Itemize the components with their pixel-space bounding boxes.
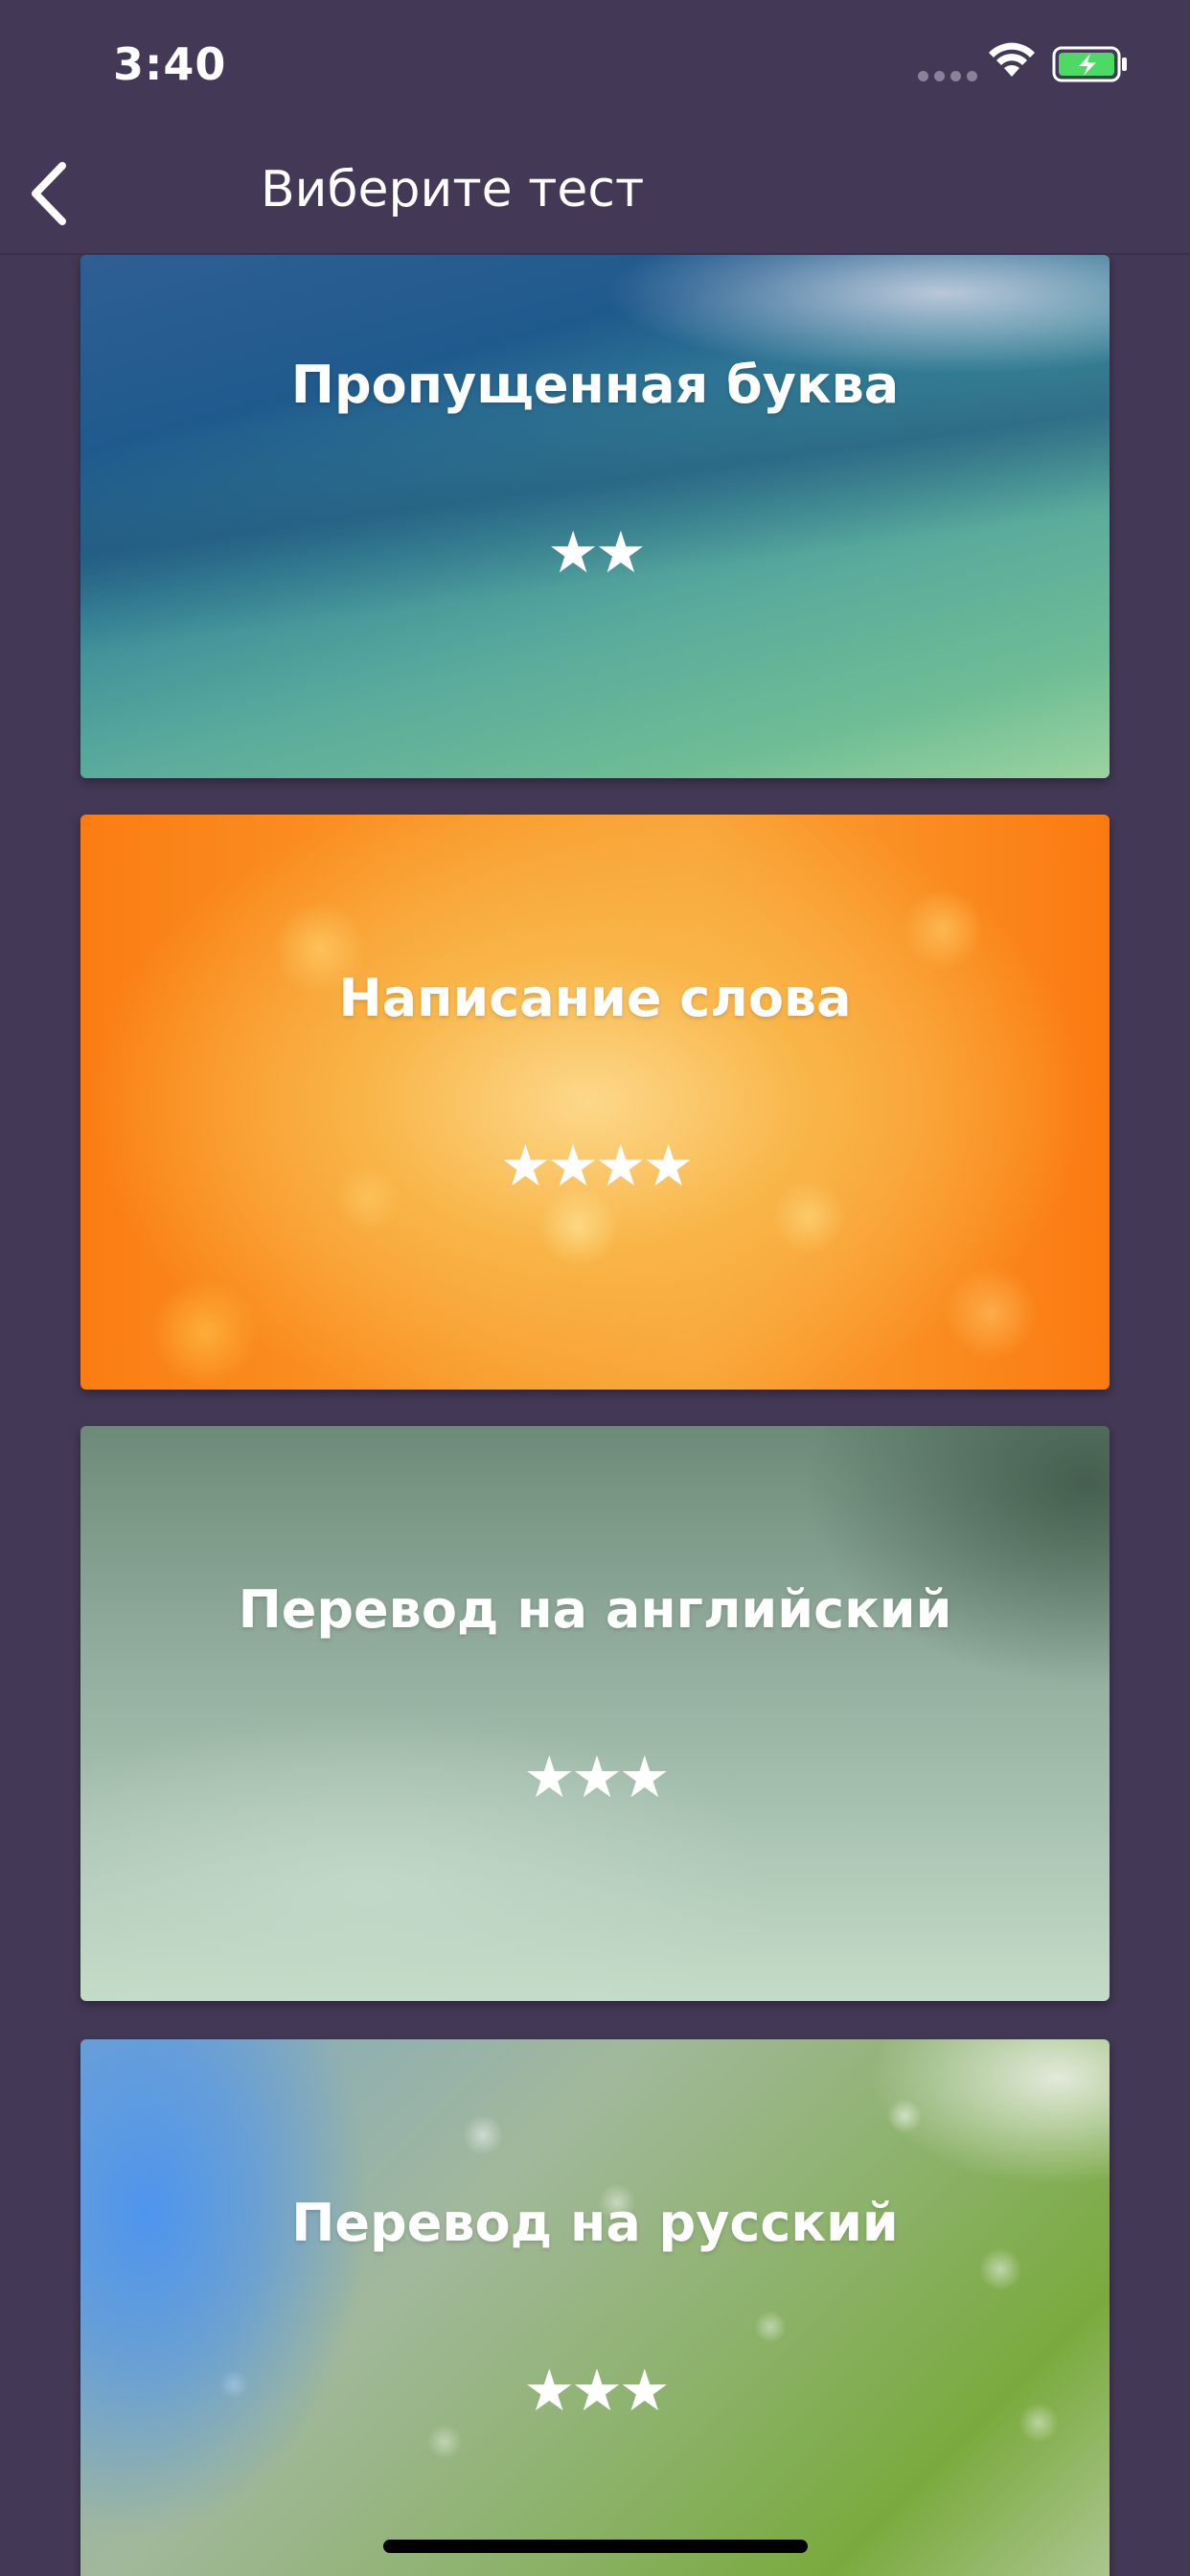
- card-title: Перевод на русский: [291, 2193, 899, 2253]
- status-bar: 3:40: [0, 0, 1190, 134]
- card-title: Написание слова: [338, 968, 852, 1028]
- test-card-translate-russian[interactable]: Перевод на русский ★★★: [80, 2039, 1110, 2576]
- card-rating-stars: ★★★: [523, 2358, 670, 2425]
- status-time: 3:40: [113, 38, 227, 90]
- page-title: Виберите тест: [261, 161, 645, 218]
- home-indicator: [383, 2540, 808, 2553]
- wifi-icon: [989, 42, 1035, 77]
- card-rating-stars: ★★: [547, 519, 647, 586]
- cellular-signal-icon: [918, 71, 977, 81]
- test-card-missing-letter[interactable]: Пропущенная буква ★★: [80, 255, 1110, 778]
- test-card-word-spelling[interactable]: Написание слова ★★★★: [80, 815, 1110, 1390]
- test-card-translate-english[interactable]: Перевод на английский ★★★: [80, 1426, 1110, 2001]
- card-title: Перевод на английский: [238, 1579, 952, 1640]
- navigation-bar: Виберите тест: [0, 134, 1190, 255]
- battery-charging-icon: [1052, 46, 1127, 82]
- card-rating-stars: ★★★: [523, 1744, 670, 1811]
- card-title: Пропущенная буква: [290, 355, 900, 415]
- back-button[interactable]: [15, 153, 82, 234]
- test-list: Пропущенная буква ★★ Написание слова ★★★…: [0, 255, 1190, 2576]
- chevron-left-icon: [32, 162, 66, 225]
- card-rating-stars: ★★★★: [499, 1133, 694, 1200]
